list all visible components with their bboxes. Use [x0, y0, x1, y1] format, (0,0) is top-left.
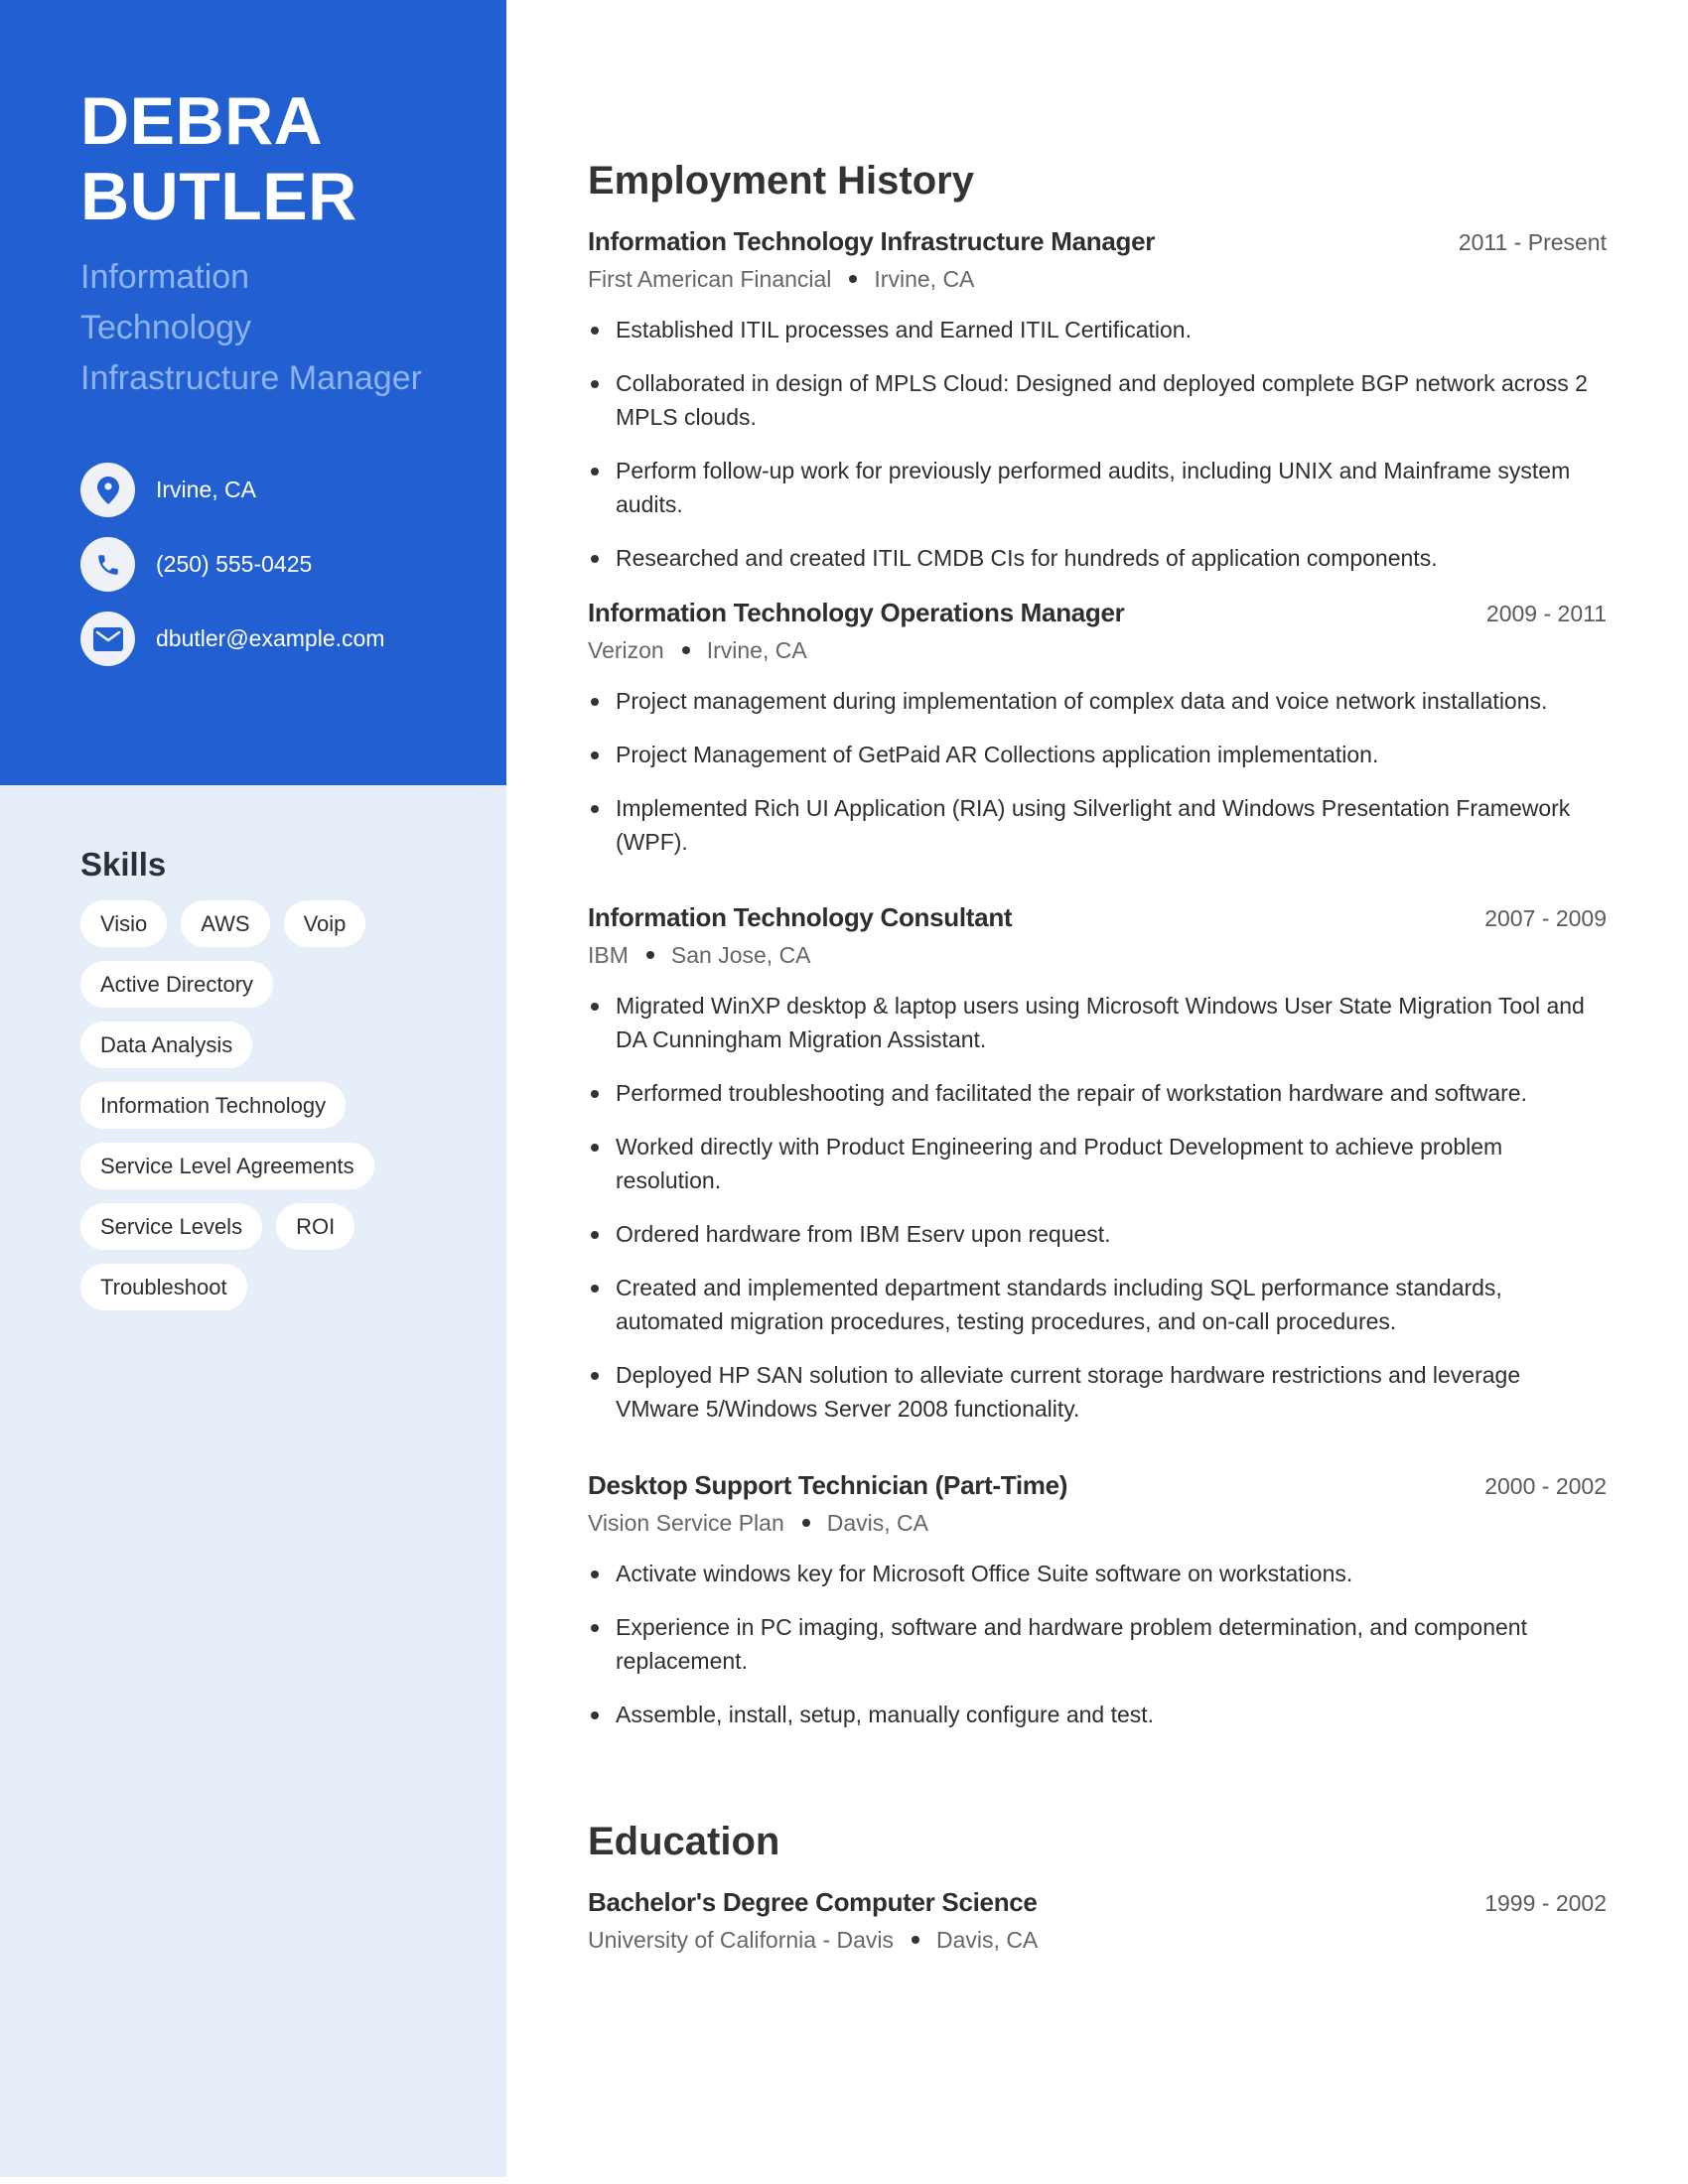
job-company-location: IBM San Jose, CA [588, 942, 1607, 969]
location: Davis, CA [826, 1510, 928, 1536]
bullet-item: Activate windows key for Microsoft Offic… [588, 1557, 1607, 1590]
profile-header: DEBRA BUTLER Information Technology Infr… [0, 0, 506, 785]
job-title: Desktop Support Technician (Part-Time) [588, 1470, 1068, 1500]
location: San Jose, CA [670, 942, 811, 968]
bullet-item: Implemented Rich UI Application (RIA) us… [588, 791, 1607, 859]
school: University of California - Davis [588, 1927, 895, 1953]
sidebar: DEBRA BUTLER Information Technology Infr… [0, 0, 506, 2177]
job-bullets: Established ITIL processes and Earned IT… [588, 313, 1607, 575]
job-entry: Information Technology Operations Manage… [588, 598, 1607, 879]
job-dates: 2009 - 2011 [1485, 601, 1607, 626]
job-company-location: First American Financial Irvine, CA [588, 266, 1607, 293]
title-line: Information [80, 258, 250, 296]
job-title: Information Technology Consultant [588, 902, 1013, 932]
job-bullets: Migrated WinXP desktop & laptop users us… [588, 989, 1607, 1426]
company: Vision Service Plan [588, 1510, 784, 1536]
job-title: Information Technology Infrastructure Ma… [588, 226, 1156, 256]
skill-chip: Data Analysis [80, 1022, 253, 1068]
bullet-item: Researched and created ITIL CMDB CIs for… [588, 541, 1607, 575]
school-location: University of California - Davis Davis, C… [588, 1927, 1607, 1954]
skill-chip: ROI [276, 1203, 355, 1250]
phone-icon [80, 537, 135, 592]
skill-chip: Voip [283, 900, 366, 947]
job-entry: Information Technology Infrastructure Ma… [588, 226, 1607, 595]
candidate-title: Information Technology Infrastructure Ma… [80, 252, 478, 404]
title-line: Technology [80, 309, 252, 346]
contact-list: Irvine, CA (250) 555-0425 dbutler@exampl… [80, 463, 384, 686]
skill-chip: Troubleshoot [80, 1264, 247, 1310]
bullet-item: Established ITIL processes and Earned IT… [588, 313, 1607, 346]
location: Irvine, CA [874, 266, 975, 292]
bullet-item: Experience in PC imaging, software and h… [588, 1610, 1607, 1678]
skill-chip: AWS [181, 900, 270, 947]
bullet-item: Assemble, install, setup, manually confi… [588, 1698, 1607, 1731]
skill-chip: Service Levels [80, 1203, 263, 1250]
location-pin-icon [80, 463, 135, 517]
bullet-item: Deployed HP SAN solution to alleviate cu… [588, 1358, 1607, 1426]
job-entry: Desktop Support Technician (Part-Time) 2… [588, 1470, 1607, 1751]
email-link[interactable]: dbutler@example.com [156, 625, 384, 652]
last-name: BUTLER [80, 159, 357, 234]
candidate-name: DEBRA BUTLER [80, 83, 357, 234]
job-bullets: Activate windows key for Microsoft Offic… [588, 1557, 1607, 1731]
company: First American Financial [588, 266, 832, 292]
job-dates: 2007 - 2009 [1484, 905, 1607, 931]
separator-dot [681, 645, 690, 654]
location: Irvine, CA [706, 637, 807, 663]
skills-list: Visio AWS Voip Active Directory Data Ana… [80, 900, 478, 1324]
bullet-item: Worked directly with Product Engineering… [588, 1130, 1607, 1197]
separator-dot [645, 950, 654, 959]
separator-dot [912, 1935, 920, 1944]
employment-heading: Employment History [588, 159, 974, 203]
bullet-item: Perform follow-up work for previously pe… [588, 454, 1607, 521]
bullet-item: Project management during implementation… [588, 684, 1607, 718]
separator-dot [849, 274, 858, 283]
skills-heading: Skills [80, 846, 167, 883]
phone-text[interactable]: (250) 555-0425 [156, 551, 312, 578]
envelope-icon [80, 612, 135, 666]
degree: Bachelor's Degree Computer Science [588, 1887, 1038, 1917]
contact-location: Irvine, CA [80, 463, 384, 517]
job-company-location: Verizon Irvine, CA [588, 637, 1607, 664]
skill-chip: Service Level Agreements [80, 1143, 374, 1189]
education-dates: 1999 - 2002 [1484, 1890, 1607, 1916]
contact-email: dbutler@example.com [80, 612, 384, 666]
bullet-item: Project Management of GetPaid AR Collect… [588, 738, 1607, 771]
job-dates: 2011 - Present [1458, 229, 1607, 255]
job-title: Information Technology Operations Manage… [588, 598, 1125, 627]
bullet-item: Created and implemented department stand… [588, 1271, 1607, 1338]
bullet-item: Collaborated in design of MPLS Cloud: De… [588, 366, 1607, 434]
skill-chip: Active Directory [80, 961, 274, 1008]
job-entry: Information Technology Consultant 2007 -… [588, 902, 1607, 1445]
skill-chip: Information Technology [80, 1082, 347, 1129]
bullet-item: Ordered hardware from IBM Eserv upon req… [588, 1217, 1607, 1251]
title-line: Infrastructure Manager [80, 359, 422, 397]
job-dates: 2000 - 2002 [1484, 1473, 1607, 1499]
bullet-item: Migrated WinXP desktop & laptop users us… [588, 989, 1607, 1056]
education-entry: Bachelor's Degree Computer Science 1999 … [588, 1887, 1607, 1954]
contact-phone: (250) 555-0425 [80, 537, 384, 592]
separator-dot [801, 1518, 810, 1527]
bullet-item: Performed troubleshooting and facilitate… [588, 1076, 1607, 1110]
education-heading: Education [588, 1820, 780, 1863]
first-name: DEBRA [80, 83, 324, 159]
location: Davis, CA [936, 1927, 1039, 1953]
job-company-location: Vision Service Plan Davis, CA [588, 1510, 1607, 1537]
company: IBM [588, 942, 629, 968]
location-text: Irvine, CA [156, 477, 256, 502]
skill-chip: Visio [80, 900, 168, 947]
job-bullets: Project management during implementation… [588, 684, 1607, 859]
company: Verizon [588, 637, 664, 663]
